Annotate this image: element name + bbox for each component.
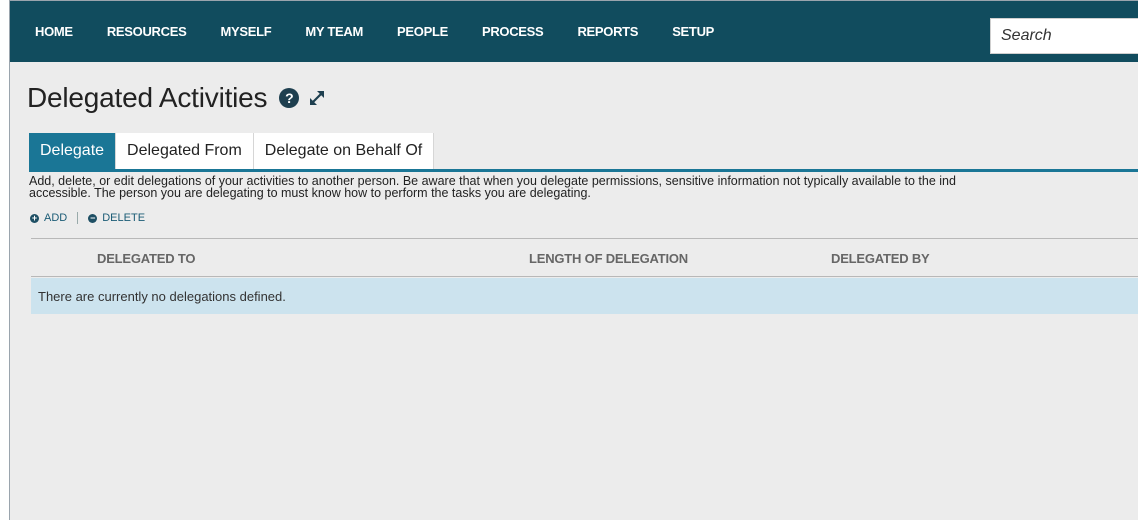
description: Add, delete, or edit delegations of your…: [29, 175, 1138, 200]
add-button[interactable]: + ADD: [30, 212, 67, 224]
nav-item-reports[interactable]: REPORTS: [577, 24, 638, 39]
table-header: DELEGATED TO LENGTH OF DELEGATION DELEGA…: [31, 239, 1138, 277]
column-header-delegated-to[interactable]: DELEGATED TO: [97, 251, 195, 266]
description-line-2: accessible. The person you are delegatin…: [29, 186, 591, 200]
delete-button[interactable]: − DELETE: [88, 212, 145, 224]
column-header-delegated-by[interactable]: DELEGATED BY: [831, 251, 930, 266]
tab-delegate[interactable]: Delegate: [29, 133, 117, 169]
nav-item-setup[interactable]: SETUP: [672, 24, 714, 39]
nav-item-process[interactable]: PROCESS: [482, 24, 544, 39]
column-header-length-of-delegation[interactable]: LENGTH OF DELEGATION: [529, 251, 688, 266]
expand-icon[interactable]: [307, 88, 327, 108]
title-row: Delegated Activities ?: [27, 82, 327, 114]
help-icon[interactable]: ?: [279, 88, 300, 108]
app-window: HOME RESOURCES MYSELF MY TEAM PEOPLE PRO…: [9, 0, 1138, 520]
add-label: ADD: [44, 212, 68, 224]
empty-table-message: There are currently no delegations defin…: [31, 278, 1138, 314]
tab-underline: [29, 169, 1138, 172]
tab-delegate-on-behalf-of[interactable]: Delegate on Behalf Of: [253, 133, 435, 169]
tab-bar: Delegate Delegated From Delegate on Beha…: [29, 133, 435, 169]
top-navigation: HOME RESOURCES MYSELF MY TEAM PEOPLE PRO…: [10, 1, 1138, 62]
add-icon: +: [30, 212, 39, 223]
nav-item-people[interactable]: PEOPLE: [397, 24, 448, 39]
page-title: Delegated Activities: [27, 82, 268, 113]
delete-icon: −: [88, 212, 98, 223]
search-input[interactable]: [1001, 27, 1138, 45]
action-separator: [77, 212, 79, 224]
nav-item-home[interactable]: HOME: [35, 24, 73, 39]
nav-item-myself[interactable]: MYSELF: [220, 24, 271, 39]
tab-delegated-from[interactable]: Delegated From: [116, 133, 254, 169]
action-bar: + ADD − DELETE: [30, 212, 145, 224]
nav-item-my-team[interactable]: MY TEAM: [305, 24, 363, 39]
delete-label: DELETE: [102, 212, 146, 224]
nav-menu: HOME RESOURCES MYSELF MY TEAM PEOPLE PRO…: [10, 24, 748, 39]
search-box: [990, 18, 1138, 54]
nav-item-resources[interactable]: RESOURCES: [107, 24, 187, 39]
